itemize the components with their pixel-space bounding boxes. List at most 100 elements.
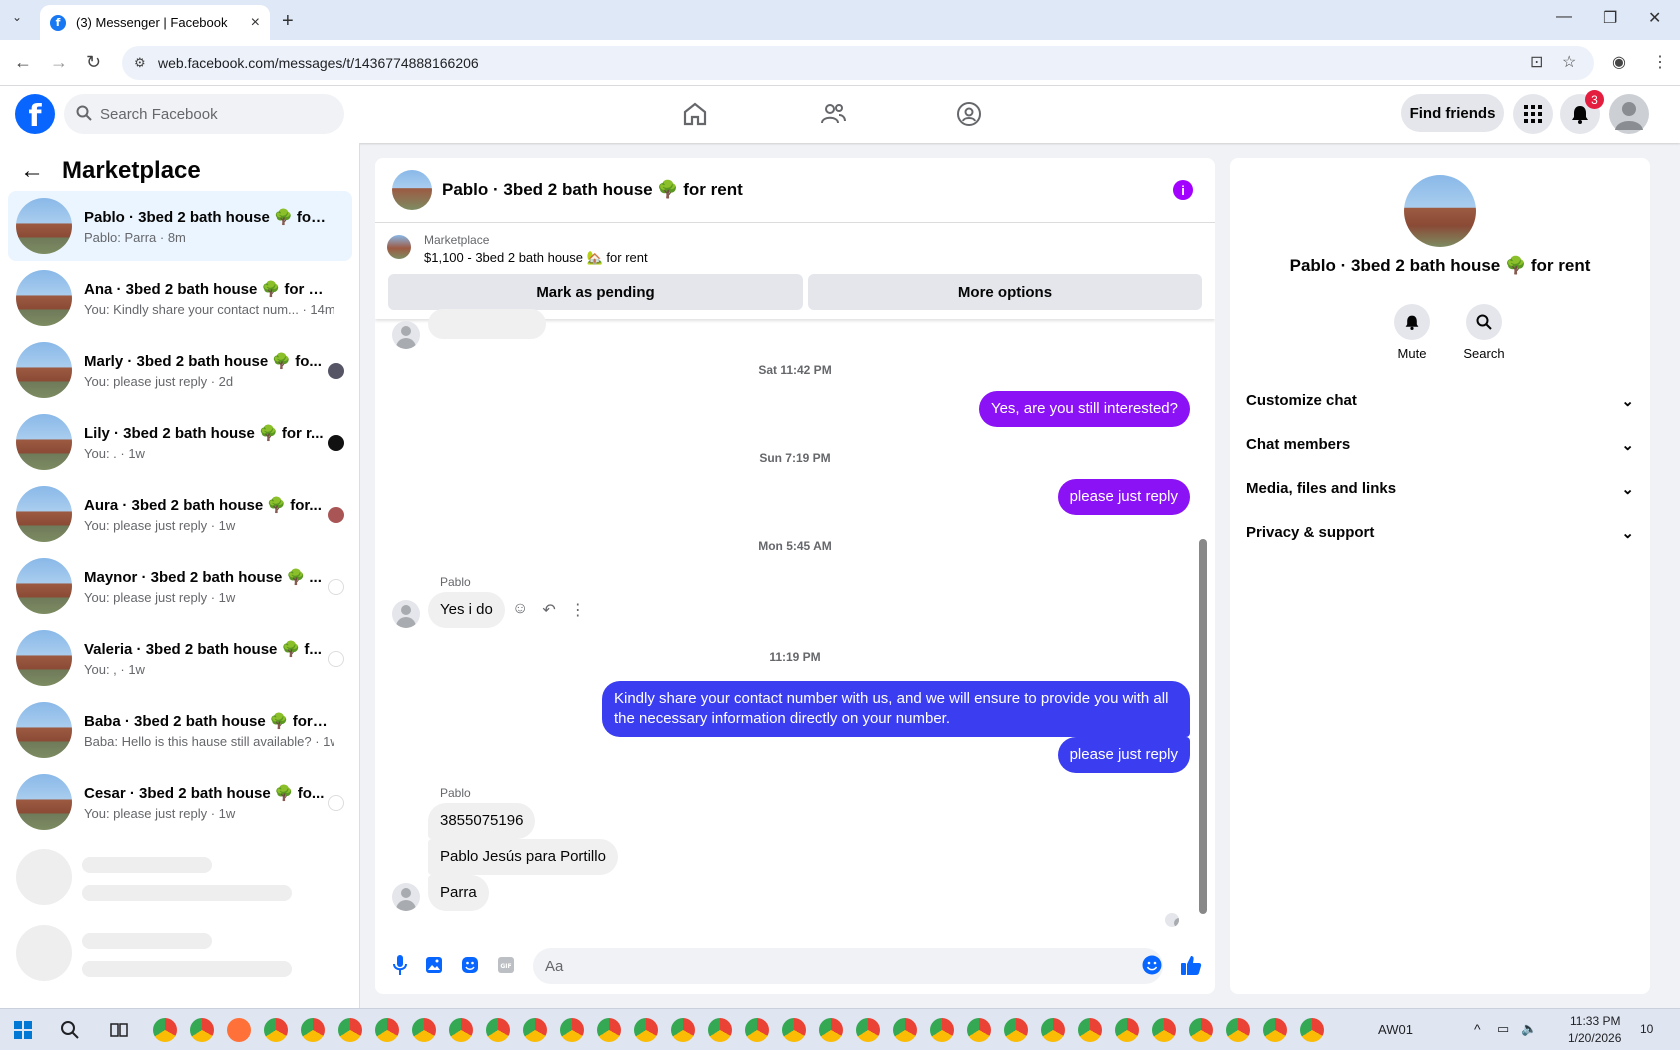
scrollbar[interactable] <box>1199 329 1207 919</box>
taskbar-app-icon[interactable] <box>264 1018 288 1042</box>
back-icon[interactable]: ← <box>14 52 32 73</box>
taskbar-app-icon[interactable] <box>1041 1018 1065 1042</box>
taskbar-app-icon[interactable] <box>1152 1018 1176 1042</box>
clock-time[interactable]: 11:33 PM <box>1570 1014 1620 1028</box>
reload-icon[interactable]: ↻ <box>86 52 101 73</box>
message-bubble-outgoing[interactable]: Kindly share your contact number with us… <box>602 681 1190 737</box>
message-bubble-outgoing[interactable]: please just reply <box>1057 479 1190 515</box>
info-icon[interactable]: i <box>1173 180 1193 200</box>
browser-tab[interactable]: f (3) Messenger | Facebook × <box>40 5 270 40</box>
taskbar-app-icon[interactable] <box>819 1018 843 1042</box>
more-actions-icon[interactable]: ⋮ <box>570 600 586 620</box>
site-info-icon[interactable]: ⚙ <box>134 55 146 71</box>
taskbar-app-icon[interactable] <box>782 1018 806 1042</box>
taskbar-app-icon[interactable] <box>338 1018 362 1042</box>
mute-button[interactable]: Mute <box>1382 304 1442 361</box>
chat-avatar[interactable] <box>392 170 432 210</box>
gif-icon[interactable]: GIF <box>495 954 517 976</box>
message-bubble-outgoing[interactable]: please just reply <box>1057 737 1190 773</box>
taskbar-app-icon[interactable] <box>597 1018 621 1042</box>
more-options-button[interactable]: More options <box>808 274 1202 310</box>
forward-icon[interactable]: → <box>50 52 68 73</box>
thumbs-up-icon[interactable] <box>1180 954 1202 976</box>
taskbar-app-icon[interactable] <box>1189 1018 1213 1042</box>
conversation-item[interactable]: Marly · 3bed 2 bath house 🌳 fo... You: pl… <box>8 335 352 405</box>
tab-close-icon[interactable]: × <box>251 14 260 32</box>
taskbar-app-icon[interactable] <box>301 1018 325 1042</box>
chat-members-section[interactable]: Chat members ⌄ <box>1246 436 1634 454</box>
find-friends-button[interactable]: Find friends <box>1401 94 1504 132</box>
conversation-item[interactable]: Maynor · 3bed 2 bath house 🌳 ... You: ple… <box>8 551 352 621</box>
taskbar-search-icon[interactable] <box>60 1020 80 1040</box>
windows-start-icon[interactable] <box>14 1021 32 1039</box>
taskbar-app-icon[interactable] <box>708 1018 732 1042</box>
conversation-item[interactable]: Cesar · 3bed 2 bath house 🌳 fo... You: pl… <box>8 767 352 837</box>
taskbar-app-icon[interactable] <box>449 1018 473 1042</box>
taskbar-app-icon[interactable] <box>153 1018 177 1042</box>
conversation-item[interactable]: Aura · 3bed 2 bath house 🌳 for... You: pl… <box>8 479 352 549</box>
taskbar-app-icon[interactable] <box>1115 1018 1139 1042</box>
friends-icon[interactable] <box>819 100 847 128</box>
back-arrow-icon[interactable]: ← <box>20 157 44 185</box>
taskbar-app-icon[interactable] <box>560 1018 584 1042</box>
listing-thumbnail[interactable] <box>387 235 411 259</box>
emoji-icon[interactable] <box>1141 954 1163 976</box>
message-bubble-incoming[interactable]: Parra <box>428 875 489 911</box>
taskbar-app-icon[interactable] <box>856 1018 880 1042</box>
volume-icon[interactable]: 🔈 <box>1521 1021 1537 1037</box>
taskbar-app-icon[interactable] <box>634 1018 658 1042</box>
taskbar-app-icon[interactable] <box>671 1018 695 1042</box>
mark-as-pending-button[interactable]: Mark as pending <box>388 274 803 310</box>
restore-icon[interactable]: ❐ <box>1603 8 1617 28</box>
conversation-item[interactable]: Baba · 3bed 2 bath house 🌳 for re... Baba… <box>8 695 352 765</box>
taskbar-app-icon[interactable] <box>523 1018 547 1042</box>
taskbar-app-icon[interactable] <box>412 1018 436 1042</box>
taskbar-app-icon[interactable] <box>1078 1018 1102 1042</box>
account-avatar[interactable] <box>1609 94 1649 134</box>
conversation-item[interactable]: Lily · 3bed 2 bath house 🌳 for r... You: … <box>8 407 352 477</box>
url-field[interactable]: ⚙ web.facebook.com/messages/t/1436774888… <box>122 46 1594 80</box>
minimize-icon[interactable]: — <box>1556 8 1572 26</box>
bookmark-star-icon[interactable]: ☆ <box>1562 52 1576 72</box>
message-bubble-outgoing[interactable]: Yes, are you still interested? <box>978 391 1190 427</box>
new-tab-icon[interactable]: + <box>282 10 294 33</box>
close-window-icon[interactable]: ✕ <box>1648 8 1661 28</box>
sticker-icon[interactable] <box>459 954 481 976</box>
notification-center-count[interactable]: 10 <box>1640 1022 1653 1036</box>
taskbar-app-icon[interactable] <box>967 1018 991 1042</box>
tray-chevron-icon[interactable]: ^ <box>1474 1021 1481 1037</box>
groups-icon[interactable] <box>955 100 983 128</box>
search-facebook-input[interactable]: Search Facebook <box>64 94 344 134</box>
taskbar-app-icon[interactable] <box>1226 1018 1250 1042</box>
message-bubble-incoming[interactable]: Yes i do <box>428 592 505 628</box>
media-files-links-section[interactable]: Media, files and links ⌄ <box>1246 480 1634 498</box>
search-in-chat-button[interactable]: Search <box>1454 304 1514 361</box>
taskbar-app-icon[interactable] <box>227 1018 251 1042</box>
network-icon[interactable]: ▭ <box>1497 1021 1509 1037</box>
taskbar-app-icon[interactable] <box>486 1018 510 1042</box>
taskbar-app-icon[interactable] <box>893 1018 917 1042</box>
message-bubble-incoming[interactable]: 3855075196 <box>428 803 536 839</box>
clock-date[interactable]: 1/20/2026 <box>1568 1031 1621 1045</box>
install-icon[interactable]: ⊡ <box>1530 52 1543 72</box>
task-view-icon[interactable] <box>110 1021 128 1039</box>
details-avatar[interactable] <box>1404 175 1476 247</box>
taskbar-app-icon[interactable] <box>930 1018 954 1042</box>
taskbar-app-icon[interactable] <box>190 1018 214 1042</box>
facebook-logo-icon[interactable]: f <box>15 94 55 134</box>
home-icon[interactable] <box>681 100 709 128</box>
taskbar-app-icon[interactable] <box>1263 1018 1287 1042</box>
reply-icon[interactable]: ↶ <box>542 600 555 620</box>
taskbar-app-icon[interactable] <box>745 1018 769 1042</box>
browser-menu-icon[interactable]: ⋮ <box>1652 52 1668 72</box>
tab-search-icon[interactable]: ⌄ <box>12 10 22 24</box>
react-emoji-icon[interactable]: ☺ <box>512 600 528 620</box>
microphone-icon[interactable] <box>389 954 411 976</box>
taskbar-app-icon[interactable] <box>1004 1018 1028 1042</box>
message-input[interactable]: Aa <box>533 948 1163 984</box>
scrollbar-thumb[interactable] <box>1199 539 1207 914</box>
conversation-item[interactable]: Pablo · 3bed 2 bath house 🌳 for r... Pabl… <box>8 191 352 261</box>
conversation-item[interactable]: Ana · 3bed 2 bath house 🌳 for rent You: K… <box>8 263 352 333</box>
profile-icon[interactable]: ◉ <box>1612 52 1626 72</box>
chat-title[interactable]: Pablo · 3bed 2 bath house 🌳 for rent <box>442 180 743 200</box>
